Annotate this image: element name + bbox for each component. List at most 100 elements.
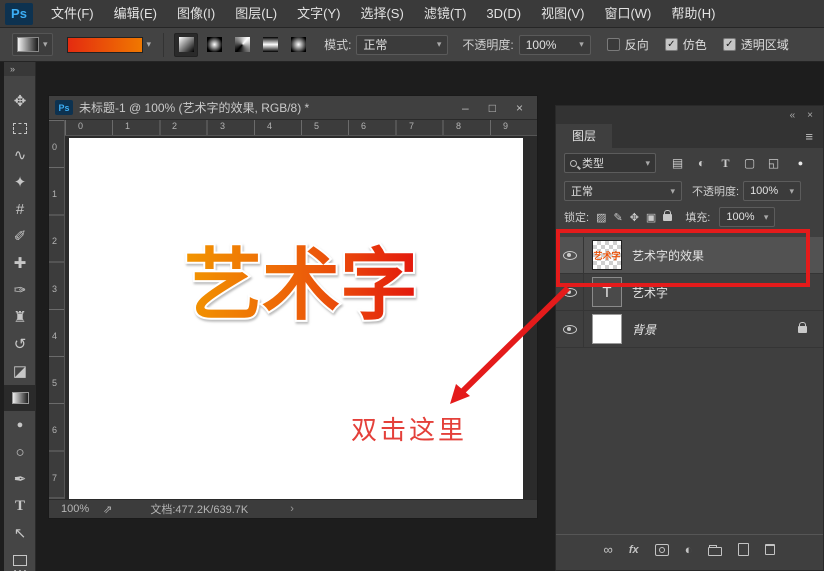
pen-tool[interactable]: ✒	[4, 466, 36, 492]
visibility-toggle[interactable]	[556, 311, 584, 348]
ruler-tick: 4	[267, 121, 272, 131]
gradient-preview[interactable]	[67, 37, 143, 53]
close-button[interactable]: ×	[516, 101, 523, 115]
lock-transparency-icon[interactable]: ▨	[596, 211, 606, 224]
link-layers-button[interactable]: ∞	[604, 542, 613, 557]
hand-tool[interactable]: Ш	[4, 566, 36, 571]
brush-tool[interactable]: ✑	[4, 277, 36, 303]
transparency-checkbox[interactable]: ✓	[723, 38, 736, 51]
menu-layer[interactable]: 图层(L)	[225, 0, 287, 28]
blend-mode-select[interactable]: 正常 ▾	[564, 181, 682, 201]
reflected-gradient-button[interactable]	[258, 33, 282, 57]
menu-window[interactable]: 窗口(W)	[594, 0, 661, 28]
tab-layers[interactable]: 图层	[556, 124, 612, 148]
filter-adjustment-layers-button[interactable]: ◐	[692, 154, 711, 172]
menu-type[interactable]: 文字(Y)	[287, 0, 350, 28]
menu-3d[interactable]: 3D(D)	[476, 0, 531, 28]
tool-preset-picker[interactable]: ▾	[12, 33, 53, 56]
ruler-tick: 7	[409, 121, 414, 131]
vertical-ruler: 0 1 2 3 4 5 6 7	[49, 120, 65, 500]
menu-edit[interactable]: 编辑(E)	[104, 0, 167, 28]
blur-icon: ●	[17, 419, 24, 431]
menu-select[interactable]: 选择(S)	[350, 0, 413, 28]
magic-wand-tool[interactable]: ✦	[4, 169, 36, 195]
lock-all-icon[interactable]	[663, 214, 672, 221]
marquee-tool[interactable]	[4, 115, 36, 141]
opacity-value: 100%	[526, 38, 557, 52]
new-group-button[interactable]	[708, 547, 722, 556]
filter-pixel-layers-button[interactable]: ▤	[668, 154, 687, 172]
filter-smart-objects-button[interactable]: ◱	[764, 154, 783, 172]
layer-row-background[interactable]: 背景	[556, 311, 823, 348]
path-selection-tool[interactable]: ↖	[4, 520, 36, 546]
layer-name[interactable]: 背景	[632, 321, 656, 338]
eyedropper-tool[interactable]: ✐	[4, 223, 36, 249]
opacity-select[interactable]: 100% ▾	[519, 35, 591, 55]
smart-objects-icon: ◱	[768, 156, 779, 170]
zoom-level[interactable]: 100%	[61, 503, 89, 515]
menu-view[interactable]: 视图(V)	[531, 0, 594, 28]
new-adjustment-layer-button[interactable]: ◐	[685, 542, 693, 557]
delete-layer-button[interactable]	[765, 544, 775, 555]
type-tool[interactable]: T	[4, 493, 36, 519]
check-icon: ✓	[725, 39, 733, 50]
radial-gradient-button[interactable]	[202, 33, 226, 57]
lasso-tool[interactable]: ∿	[4, 142, 36, 168]
panel-menu-icon[interactable]: ≡	[805, 129, 813, 144]
panel-close-icon[interactable]: ×	[807, 110, 813, 121]
lock-pixels-icon[interactable]: ✎	[613, 211, 622, 224]
ruler-tick: 3	[220, 121, 225, 131]
menu-image[interactable]: 图像(I)	[167, 0, 225, 28]
toolbar-collapse-button[interactable]: »	[4, 62, 35, 76]
reverse-checkbox[interactable]	[607, 38, 620, 51]
angle-gradient-button[interactable]	[230, 33, 254, 57]
ruler-tick: 5	[52, 378, 57, 388]
dither-label: 仿色	[683, 36, 707, 53]
filter-shape-layers-button[interactable]: ▢	[740, 154, 759, 172]
crop-tool[interactable]: #	[4, 196, 36, 222]
lock-position-icon[interactable]: ✥	[630, 211, 639, 224]
document-title-bar[interactable]: Ps 未标题-1 @ 100% (艺术字的效果, RGB/8) * – □ ×	[49, 96, 537, 120]
transparency-label: 透明区域	[741, 36, 789, 53]
menu-file[interactable]: 文件(F)	[41, 0, 104, 28]
hand-icon: Ш	[13, 567, 27, 571]
gradient-editor-button[interactable]: ▾	[67, 37, 152, 53]
panel-collapse-icon[interactable]: «	[790, 110, 796, 121]
add-layer-mask-button[interactable]	[655, 544, 669, 556]
maximize-button[interactable]: □	[489, 101, 496, 115]
chevron-down-icon: ▾	[670, 186, 675, 197]
menu-filter[interactable]: 滤镜(T)	[414, 0, 477, 28]
dodge-tool[interactable]: ○	[4, 439, 36, 465]
clone-stamp-tool[interactable]: ♜	[4, 304, 36, 330]
filter-toggle-icon: ●	[798, 158, 803, 168]
canvas[interactable]: 艺术字 双击这里	[69, 138, 523, 501]
history-brush-tool[interactable]: ↺	[4, 331, 36, 357]
status-chevron-icon[interactable]: ›	[290, 503, 294, 515]
gradient-tool[interactable]	[4, 385, 36, 411]
layer-thumbnail[interactable]	[592, 314, 622, 344]
diamond-gradient-button[interactable]	[286, 33, 310, 57]
background-lock-icon	[798, 326, 807, 333]
fill-label: 填充:	[685, 209, 710, 225]
move-tool[interactable]: ✥	[4, 88, 36, 114]
blur-tool[interactable]: ●	[4, 412, 36, 438]
eraser-tool[interactable]: ◪	[4, 358, 36, 384]
linear-gradient-button[interactable]	[174, 33, 198, 57]
minimize-button[interactable]: –	[462, 101, 469, 115]
new-layer-button[interactable]	[738, 543, 749, 556]
tool-bar: » ✥ ∿ ✦ # ✐ ✚ ✑ ♜ ↺ ◪ ● ○ ✒ T ↖ Ш	[4, 62, 36, 571]
layer-opacity-select[interactable]: 100% ▾	[743, 181, 801, 201]
document-icon: Ps	[55, 100, 73, 115]
layer-style-fx-button[interactable]: fx	[629, 544, 639, 556]
filter-type-select[interactable]: 类型 ▾	[564, 153, 656, 173]
filter-toggle-switch[interactable]: ●	[791, 154, 810, 172]
dither-checkbox[interactable]: ✓	[665, 38, 678, 51]
lock-artboard-icon[interactable]: ▣	[646, 211, 656, 224]
share-icon[interactable]: ⇗	[103, 503, 112, 516]
fill-select[interactable]: 100% ▾	[719, 207, 775, 227]
filter-type-layers-button[interactable]: T	[716, 154, 735, 172]
move-icon: ✥	[14, 92, 27, 110]
mode-select[interactable]: 正常 ▾	[356, 35, 448, 55]
healing-brush-tool[interactable]: ✚	[4, 250, 36, 276]
menu-help[interactable]: 帮助(H)	[661, 0, 725, 28]
